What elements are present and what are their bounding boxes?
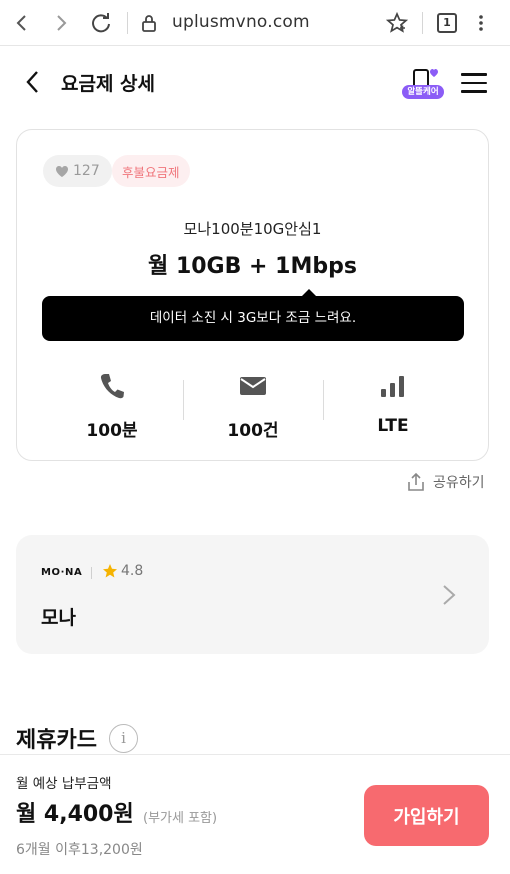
share-icon (408, 472, 424, 491)
section-title: 제휴카드 (16, 728, 97, 753)
app-header: 요금제 상세 알뜰케어 (0, 47, 510, 117)
rating-value: 4.8 (121, 563, 144, 579)
care-logo[interactable]: 알뜰케어 (402, 65, 444, 101)
share-button[interactable]: 공유하기 (406, 472, 485, 492)
url-text[interactable]: uplusmvno.com (172, 12, 310, 32)
share-label: 공유하기 (433, 475, 485, 491)
heart-icon (56, 165, 68, 177)
operator-card[interactable]: MO·NA 4.8 모나 (16, 535, 489, 654)
feature-network: LTE (328, 370, 458, 436)
data-tooltip: 데이터 소진 시 3G보다 조금 느려요. (42, 296, 464, 341)
feature-voice: 100분 (47, 370, 177, 441)
reload-icon[interactable] (88, 10, 114, 36)
lock-icon[interactable] (136, 10, 162, 36)
price-after-period: 6개월 이후13,200원 (16, 842, 143, 858)
hamburger-menu-icon[interactable] (461, 73, 487, 93)
browser-toolbar: uplusmvno.com 1 (0, 0, 510, 46)
back-arrow-icon[interactable] (9, 10, 35, 36)
signup-button[interactable]: 가입하기 (364, 785, 489, 846)
monthly-price: 월 4,400원 (16, 802, 134, 827)
feature-divider (183, 380, 184, 420)
message-value: 100건 (227, 421, 279, 441)
message-icon (188, 370, 318, 402)
tab-count-button[interactable]: 1 (437, 13, 457, 33)
voice-value: 100분 (86, 421, 138, 441)
payment-label: 월 예상 납부금액 (16, 776, 112, 792)
operator-rating: 4.8 (102, 563, 143, 579)
info-icon[interactable]: i (109, 724, 138, 753)
bookmark-star-icon[interactable] (384, 10, 410, 36)
vat-note: (부가세 포함) (143, 811, 218, 826)
chevron-left-icon (26, 71, 38, 93)
signal-icon (328, 370, 458, 402)
page-title: 요금제 상세 (61, 73, 156, 95)
operator-name: 모나 (41, 607, 76, 629)
plan-data-summary: 월 10GB + 1Mbps (148, 254, 357, 279)
more-vertical-icon[interactable] (468, 10, 494, 36)
care-logo-label: 알뜰케어 (402, 85, 444, 99)
like-count: 127 (73, 163, 100, 179)
plan-card: 127 후불요금제 모나100분10G안심1 월 10GB + 1Mbps 데이… (16, 129, 489, 461)
plan-name: 모나100분10G안심1 (183, 220, 322, 238)
star-icon (103, 564, 117, 578)
network-value: LTE (377, 416, 409, 436)
feature-divider (323, 380, 324, 420)
postpaid-badge: 후불요금제 (112, 155, 190, 187)
operator-logo: MO·NA (41, 567, 83, 578)
chevron-right-icon (443, 585, 456, 605)
bottom-payment-bar: 월 예상 납부금액 월 4,400원 (부가세 포함) 6개월 이후13,200… (0, 754, 510, 874)
like-button[interactable]: 127 (43, 155, 112, 187)
back-button[interactable] (18, 67, 48, 97)
toolbar-divider (422, 12, 423, 34)
toolbar-divider (127, 12, 128, 34)
phone-icon (47, 370, 177, 402)
forward-arrow-icon[interactable] (48, 10, 74, 36)
operator-divider (91, 567, 92, 579)
feature-message: 100건 (188, 370, 318, 441)
